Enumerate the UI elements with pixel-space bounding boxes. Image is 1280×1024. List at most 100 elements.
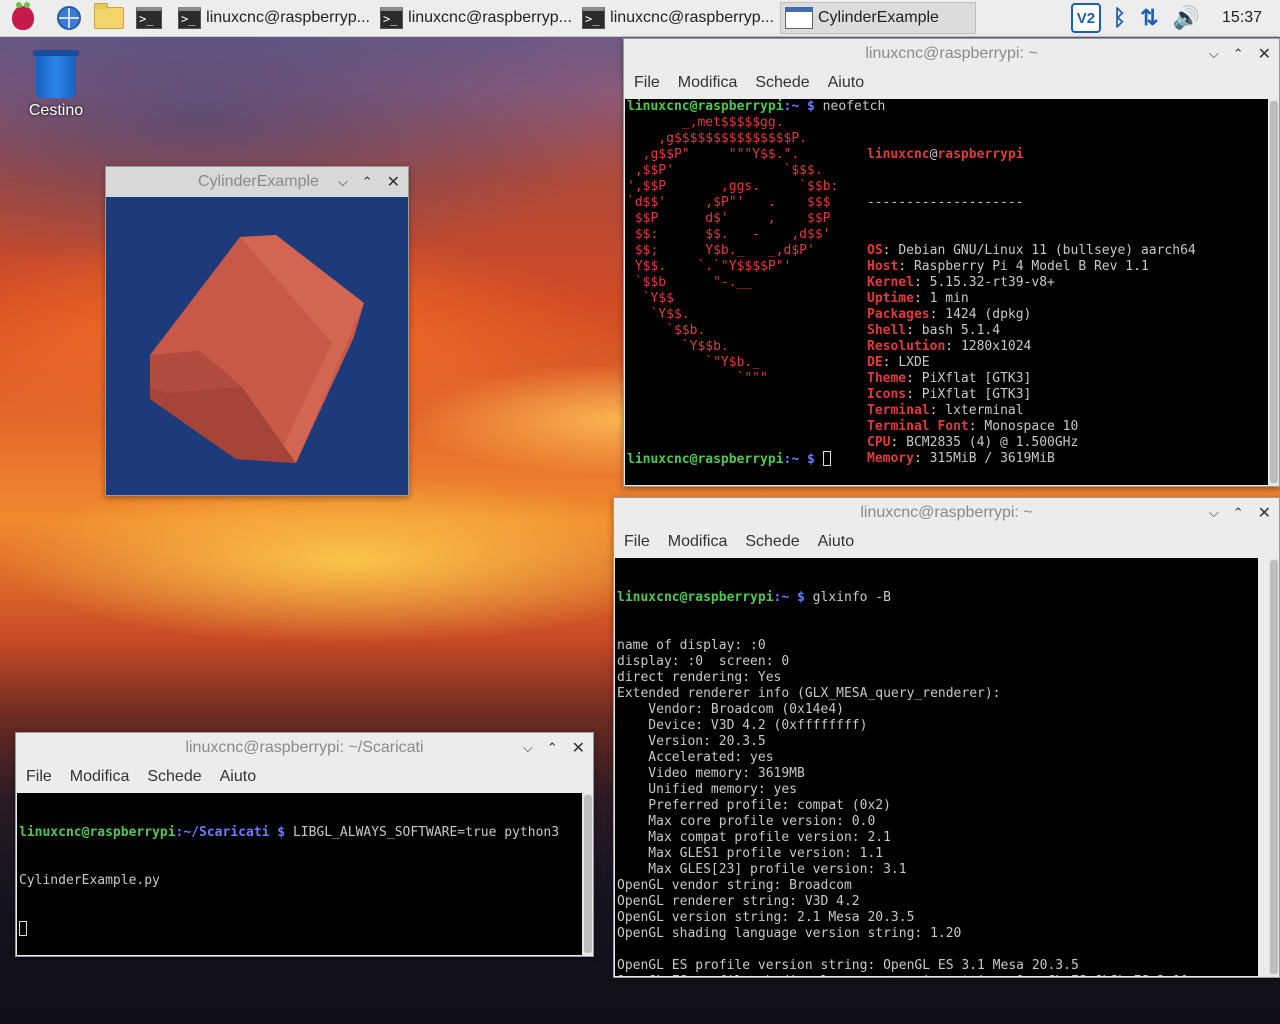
info-line: Kernel: 5.15.32-rt39-v8+ — [867, 275, 1196, 291]
ascii-line: `"Y$b._ — [627, 355, 761, 370]
close-icon[interactable]: ✕ — [1258, 503, 1271, 523]
info-key: Memory — [867, 451, 914, 466]
vnc-server-icon[interactable]: V2 — [1070, 3, 1101, 33]
terminal-output[interactable]: linuxcnc@raspberrypi:~/Scaricati $ LIBGL… — [17, 793, 582, 955]
terminal-output[interactable]: linuxcnc@raspberrypi:~ $ neofetch _,met$… — [625, 99, 1268, 485]
text-cursor — [19, 921, 27, 936]
output-line: Max GLES[23] profile version: 3.1 — [617, 862, 907, 877]
chevron-down-icon[interactable]: ⌵ — [1209, 505, 1219, 521]
info-key: Icons — [867, 387, 907, 402]
info-key: Uptime — [867, 291, 914, 306]
ascii-line: `$$b. — [627, 323, 706, 338]
terminal-launcher-button[interactable]: >_ — [132, 1, 166, 35]
scrollbar[interactable] — [583, 793, 593, 955]
title-bar[interactable]: linuxcnc@raspberrypi: ~/Scaricati ⌵ ⌃ ✕ — [16, 733, 593, 763]
prompt-path: :~ $ — [773, 590, 805, 605]
trash-icon — [33, 50, 79, 98]
menu-edit[interactable]: Modifica — [70, 768, 130, 786]
chevron-down-icon[interactable]: ⌵ — [338, 174, 348, 190]
ascii-line: `""" — [627, 371, 768, 386]
info-value: 315MiB / 3619MiB — [929, 451, 1055, 466]
menu-help[interactable]: Aiuto — [818, 533, 854, 551]
chevron-up-icon[interactable]: ⌃ — [1233, 505, 1244, 521]
menu-file[interactable]: File — [634, 74, 660, 92]
info-value: 5.15.32-rt39-v8+ — [929, 275, 1055, 290]
taskbar: >_ >_ linuxcnc@raspberryp... >_ linuxcnc… — [0, 0, 1280, 37]
prompt-line: linuxcnc@raspberrypi:~ $ — [627, 451, 831, 468]
close-icon[interactable]: ✕ — [387, 172, 400, 192]
title-bar[interactable]: CylinderExample ⌵ ⌃ ✕ — [106, 167, 408, 197]
terminal-output[interactable]: linuxcnc@raspberrypi:~ $ glxinfo -B name… — [615, 558, 1258, 976]
menu-help[interactable]: Aiuto — [828, 74, 864, 92]
menu-file[interactable]: File — [26, 768, 52, 786]
window-title: linuxcnc@raspberrypi: ~ — [865, 45, 1038, 62]
output-line: OpenGL vendor string: Broadcom — [617, 878, 852, 893]
chevron-down-icon[interactable]: ⌵ — [1209, 46, 1219, 62]
taskbar-task-terminal-1[interactable]: >_ linuxcnc@raspberryp... — [174, 2, 374, 34]
menu-tabs[interactable]: Schede — [147, 768, 201, 786]
info-line: Terminal: lxterminal — [867, 403, 1196, 419]
output-line: Accelerated: yes — [617, 750, 774, 765]
menu-tabs[interactable]: Schede — [755, 74, 809, 92]
info-value: bash 5.1.4 — [921, 323, 1001, 338]
title-bar[interactable]: linuxcnc@raspberrypi: ~ ⌵ ⌃ ✕ — [614, 498, 1279, 528]
menu-bar: File Modifica Schede Aiuto — [614, 528, 1279, 556]
opengl-viewport[interactable] — [106, 197, 408, 495]
scrollbar[interactable] — [1269, 99, 1279, 485]
output-line: Unified memory: yes — [617, 782, 798, 797]
scrollbar-thumb[interactable] — [584, 795, 592, 953]
menu-tabs[interactable]: Schede — [745, 533, 799, 551]
info-value: 1280x1024 — [960, 339, 1032, 354]
scrollbar-thumb[interactable] — [1270, 560, 1278, 974]
output-line: OpenGL ES profile shading language versi… — [617, 974, 1258, 976]
info-line: Shell: bash 5.1.4 — [867, 323, 1196, 339]
info-key: Host — [867, 259, 899, 274]
info-line: Packages: 1424 (dpkg) — [867, 307, 1196, 323]
output-line: Max compat profile version: 2.1 — [617, 830, 891, 845]
menu-help[interactable]: Aiuto — [220, 768, 256, 786]
scrollbar-thumb[interactable] — [1270, 101, 1278, 483]
command-text: glxinfo -B — [804, 590, 891, 605]
taskbar-task-cylinder[interactable]: CylinderExample — [780, 2, 976, 34]
info-header: linuxcnc@raspberrypi — [867, 147, 1196, 163]
file-manager-launcher-button[interactable] — [92, 1, 126, 35]
clock[interactable]: 15:37 — [1222, 9, 1262, 27]
menu-edit[interactable]: Modifica — [668, 533, 728, 551]
scrollbar[interactable] — [1269, 558, 1279, 976]
info-colon: : — [945, 339, 961, 354]
info-key: Terminal — [867, 403, 930, 418]
menu-edit[interactable]: Modifica — [678, 74, 738, 92]
close-icon[interactable]: ✕ — [1258, 44, 1271, 64]
info-key: DE — [867, 355, 883, 370]
taskbar-task-terminal-3[interactable]: >_ linuxcnc@raspberryp... — [578, 2, 778, 34]
info-line: Theme: PiXflat [GTK3] — [867, 371, 1196, 387]
chevron-up-icon[interactable]: ⌃ — [362, 174, 373, 190]
info-colon: : — [913, 291, 930, 306]
terminal-icon: >_ — [380, 7, 404, 29]
menu-file[interactable]: File — [624, 533, 650, 551]
raspberry-menu-button[interactable] — [6, 1, 40, 35]
taskbar-task-terminal-2[interactable]: >_ linuxcnc@raspberryp... — [376, 2, 576, 34]
network-icon[interactable]: ⇅ — [1140, 5, 1158, 31]
close-icon[interactable]: ✕ — [572, 738, 585, 758]
chevron-down-icon[interactable]: ⌵ — [523, 740, 533, 756]
chevron-up-icon[interactable]: ⌃ — [547, 740, 558, 756]
prompt-line: linuxcnc@raspberrypi:~ $ neofetch — [627, 99, 885, 115]
info-line: Memory: 315MiB / 3619MiB — [867, 451, 1196, 467]
bluetooth-icon[interactable]: ᛒ — [1113, 5, 1126, 31]
output-line: OpenGL ES profile version string: OpenGL… — [617, 958, 1079, 973]
info-value: PiXflat [GTK3] — [921, 371, 1032, 386]
title-bar[interactable]: linuxcnc@raspberrypi: ~ ⌵ ⌃ ✕ — [624, 39, 1279, 69]
chevron-up-icon[interactable]: ⌃ — [1233, 46, 1244, 62]
browser-launcher-button[interactable] — [52, 1, 86, 35]
window-icon — [785, 7, 813, 29]
trash-desktop-icon[interactable]: Cestino — [24, 50, 88, 120]
info-key: Theme — [867, 371, 907, 386]
terminal-icon: >_ — [136, 7, 162, 29]
ascii-line: `Y$$. — [627, 307, 690, 322]
volume-icon[interactable]: 🔊 — [1173, 5, 1200, 31]
trash-label: Cestino — [28, 102, 84, 119]
menu-bar: File Modifica Schede Aiuto — [624, 69, 1279, 97]
info-colon: : — [929, 403, 946, 418]
output-line: Vendor: Broadcom (0x14e4) — [617, 702, 844, 717]
